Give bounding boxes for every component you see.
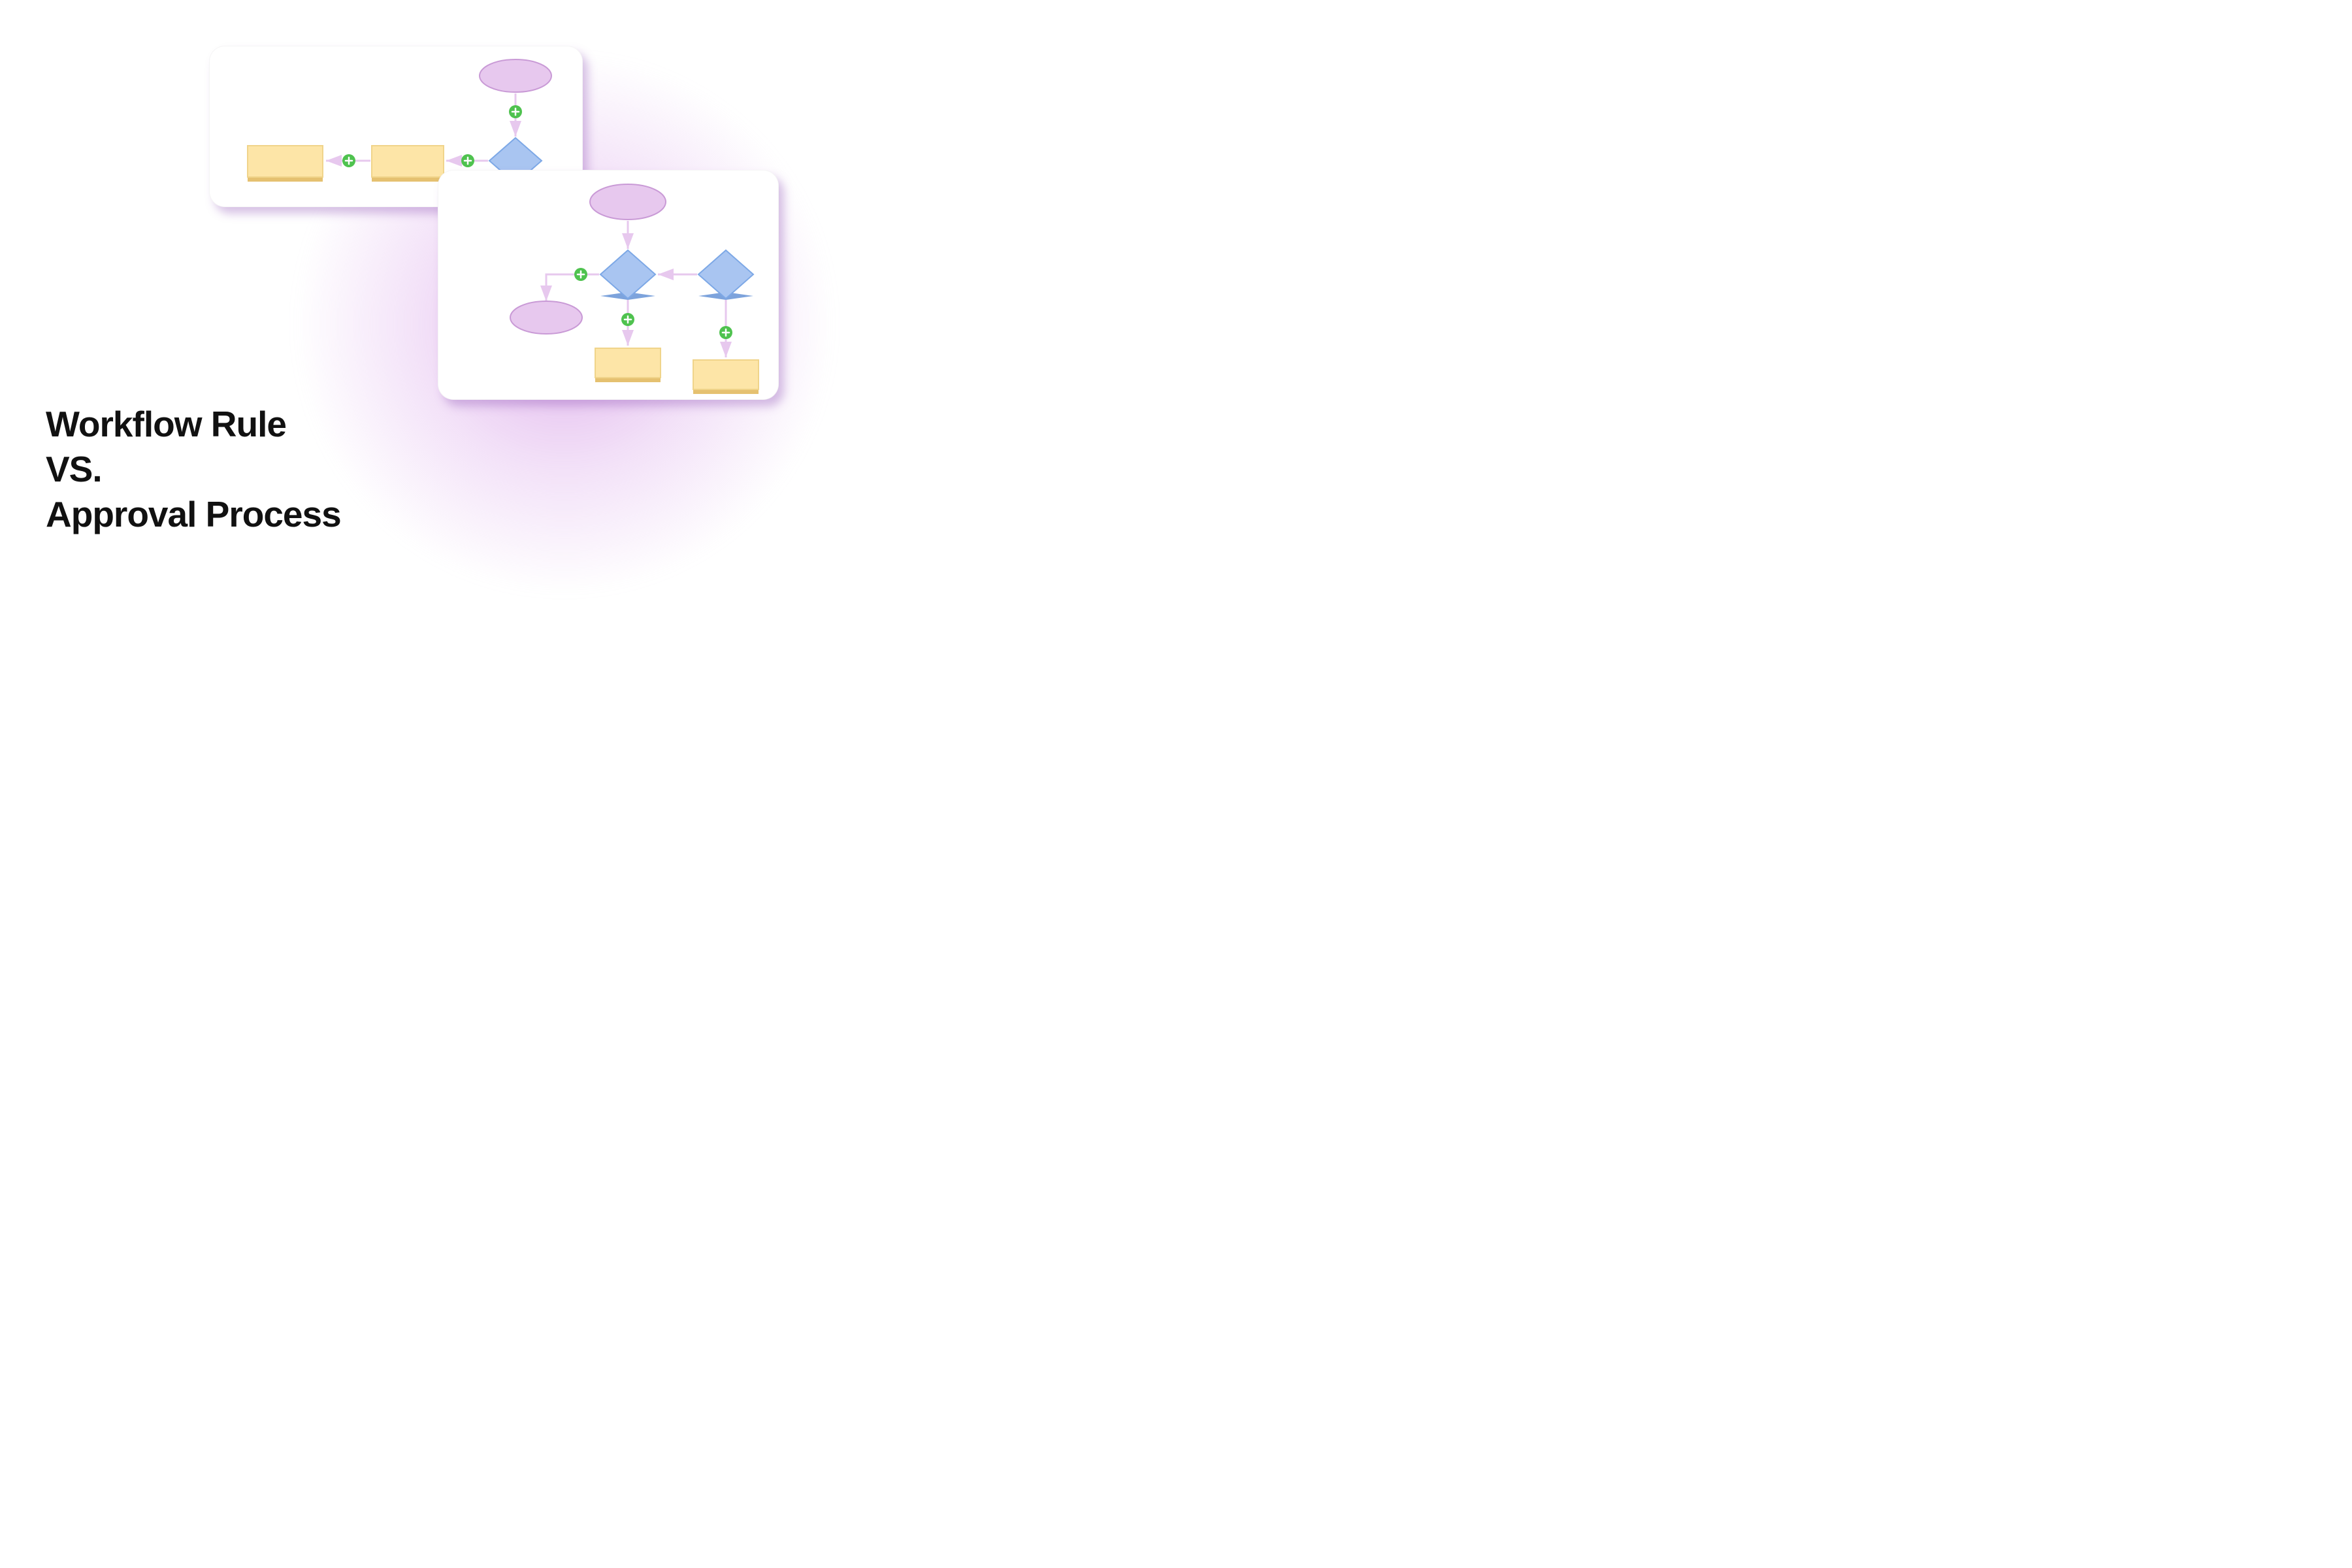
start-ellipse xyxy=(480,59,551,92)
plus-icon xyxy=(342,154,355,167)
approval-process-card xyxy=(438,170,779,400)
arrow xyxy=(546,274,599,301)
plus-icon xyxy=(621,313,634,326)
plus-icon xyxy=(509,105,522,118)
decision-diamond xyxy=(698,250,753,300)
start-ellipse xyxy=(590,184,666,220)
process-rect xyxy=(248,146,323,182)
title-line-3: Approval Process xyxy=(46,492,341,537)
end-ellipse xyxy=(510,301,582,334)
process-rect xyxy=(595,348,661,382)
decision-diamond xyxy=(600,250,655,300)
process-rect xyxy=(693,360,759,394)
plus-icon xyxy=(574,268,587,281)
process-rect xyxy=(372,146,444,182)
plus-icon xyxy=(461,154,474,167)
page-title: Workflow Rule VS. Approval Process xyxy=(46,402,341,536)
title-line-2: VS. xyxy=(46,447,341,492)
diagram-canvas: Workflow Rule VS. Approval Process xyxy=(0,0,902,601)
title-line-1: Workflow Rule xyxy=(46,402,341,447)
plus-icon xyxy=(719,326,732,339)
